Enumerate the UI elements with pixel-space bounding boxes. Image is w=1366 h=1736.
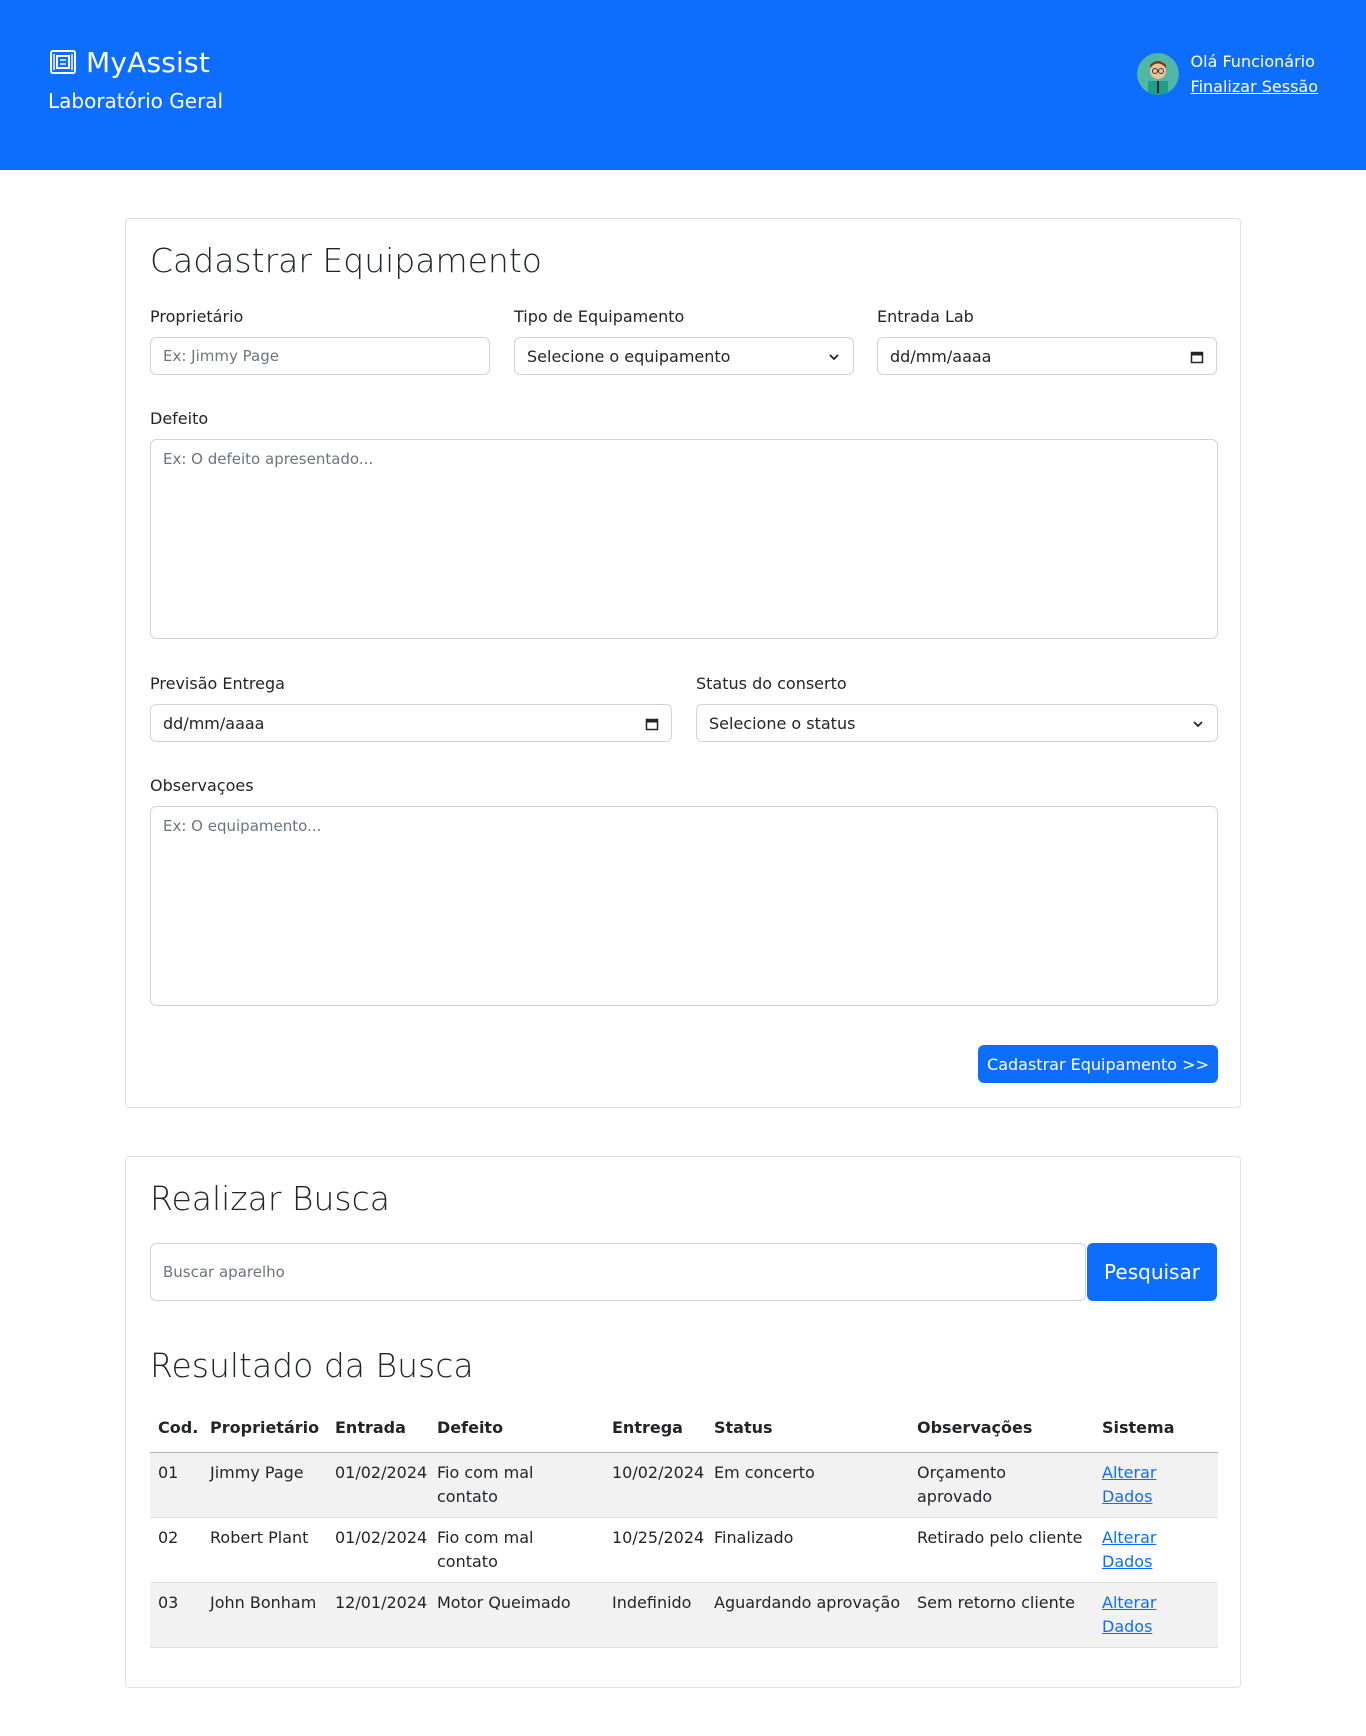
- cell-defect: Motor Queimado: [437, 1593, 571, 1612]
- results-title: Resultado da Busca: [150, 1346, 474, 1385]
- notes-placeholder: Ex: O equipamento...: [163, 817, 322, 835]
- cell-entry: 12/01/2024: [335, 1593, 428, 1612]
- delivery-date-label: Previsão Entrega: [150, 674, 285, 693]
- edit-data-link[interactable]: Alterar Dados: [1102, 1593, 1156, 1636]
- lab-subtitle: Laboratório Geral: [48, 89, 224, 113]
- owner-label: Proprietário: [150, 307, 244, 326]
- cell-status: Em concerto: [714, 1463, 815, 1482]
- column-header: Cod.: [158, 1417, 199, 1437]
- logout-link[interactable]: Finalizar Sessão: [1191, 77, 1318, 96]
- register-equipment-button[interactable]: Cadastrar Equipamento >>: [978, 1045, 1218, 1083]
- owner-input[interactable]: Ex: Jimmy Page: [150, 337, 490, 375]
- cell-cod: 02: [158, 1528, 179, 1547]
- cell-status: Aguardando aprovação: [714, 1593, 901, 1612]
- status-value: Selecione o status: [709, 713, 856, 733]
- cell-cod: 03: [158, 1593, 179, 1612]
- user-panel: Olá Funcionário Finalizar Sessão: [1136, 52, 1318, 96]
- entry-date-input[interactable]: dd/mm/aaaa: [877, 337, 1217, 375]
- column-header: Proprietário: [210, 1417, 320, 1437]
- defect-placeholder: Ex: O defeito apresentado...: [163, 450, 374, 468]
- column-header: Defeito: [437, 1417, 504, 1437]
- owner-placeholder: Ex: Jimmy Page: [163, 347, 279, 365]
- column-header: Status: [714, 1417, 773, 1437]
- status-label: Status do conserto: [696, 674, 847, 693]
- register-card: Cadastrar Equipamento Proprietário Ex: J…: [125, 218, 1241, 1108]
- equipment-type-select[interactable]: Selecione o equipamento: [514, 337, 854, 375]
- chevron-down-icon: [1191, 716, 1205, 730]
- edit-data-link[interactable]: Alterar Dados: [1102, 1528, 1156, 1571]
- search-placeholder: Buscar aparelho: [163, 1263, 285, 1281]
- column-header: Sistema: [1102, 1417, 1175, 1437]
- cell-notes: Retirado pelo cliente: [917, 1528, 1083, 1547]
- table-row: 02 Robert Plant 01/02/2024 Fio com mal c…: [150, 1518, 1218, 1583]
- notes-label: Observaçoes: [150, 776, 254, 795]
- search-button[interactable]: Pesquisar: [1087, 1243, 1217, 1301]
- calendar-icon[interactable]: [1190, 349, 1204, 364]
- calendar-icon[interactable]: [645, 716, 659, 731]
- entry-date-label: Entrada Lab: [877, 307, 974, 326]
- column-header: Observações: [917, 1417, 1033, 1437]
- search-input[interactable]: Buscar aparelho: [150, 1243, 1086, 1301]
- register-title: Cadastrar Equipamento: [150, 241, 542, 280]
- cell-notes: Sem retorno cliente: [917, 1593, 1075, 1612]
- column-header: Entrega: [612, 1417, 683, 1437]
- status-select[interactable]: Selecione o status: [696, 704, 1218, 742]
- delivery-date-value: dd/mm/aaaa: [163, 713, 265, 733]
- defect-textarea[interactable]: Ex: O defeito apresentado...: [150, 439, 1218, 639]
- cell-owner: Jimmy Page: [210, 1463, 304, 1482]
- table-row: 01 Jimmy Page 01/02/2024 Fio com mal con…: [150, 1453, 1218, 1518]
- app-header: MyAssist Laboratório Geral Olá Funcionár…: [0, 0, 1366, 170]
- cell-owner: John Bonham: [210, 1593, 317, 1612]
- notes-textarea[interactable]: Ex: O equipamento...: [150, 806, 1218, 1006]
- user-avatar-icon: [1136, 53, 1179, 95]
- cell-delivery: 10/02/2024: [612, 1463, 705, 1482]
- equipment-type-label: Tipo de Equipamento: [514, 307, 685, 326]
- cell-delivery: Indefinido: [612, 1593, 692, 1612]
- cell-cod: 01: [158, 1463, 179, 1482]
- brand[interactable]: MyAssist: [48, 46, 210, 79]
- cell-owner: Robert Plant: [210, 1528, 309, 1547]
- results-table: Cod. Proprietário Entrada Defeito Entreg…: [150, 1403, 1218, 1648]
- laptop-chip-icon: [48, 48, 78, 78]
- greeting-text: Olá Funcionário: [1190, 52, 1315, 71]
- equipment-type-value: Selecione o equipamento: [527, 346, 731, 366]
- cell-entry: 01/02/2024: [335, 1463, 428, 1482]
- delivery-date-input[interactable]: dd/mm/aaaa: [150, 704, 672, 742]
- table-header-row: Cod. Proprietário Entrada Defeito Entreg…: [150, 1403, 1218, 1453]
- cell-delivery: 10/25/2024: [612, 1528, 705, 1547]
- brand-name: MyAssist: [86, 46, 211, 79]
- cell-entry: 01/02/2024: [335, 1528, 428, 1547]
- cell-defect: Fio com mal contato: [437, 1528, 534, 1571]
- edit-data-link[interactable]: Alterar Dados: [1102, 1463, 1156, 1506]
- table-row: 03 John Bonham 12/01/2024 Motor Queimado…: [150, 1583, 1218, 1648]
- search-card: Realizar Busca Buscar aparelho Pesquisar…: [125, 1156, 1241, 1688]
- defect-label: Defeito: [150, 409, 209, 428]
- cell-defect: Fio com mal contato: [437, 1463, 534, 1506]
- chevron-down-icon: [827, 349, 841, 363]
- column-header: Entrada: [335, 1417, 406, 1437]
- cell-notes: Orçamento aprovado: [917, 1463, 1007, 1506]
- cell-status: Finalizado: [714, 1528, 794, 1547]
- search-title: Realizar Busca: [150, 1179, 390, 1218]
- entry-date-value: dd/mm/aaaa: [890, 346, 992, 366]
